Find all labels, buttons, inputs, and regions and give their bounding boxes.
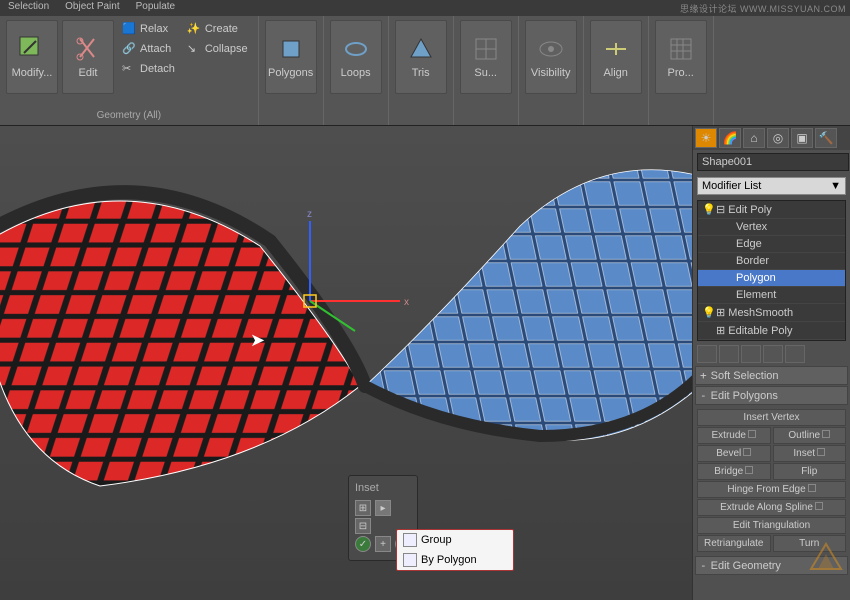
hinge-button[interactable]: Hinge From Edge	[697, 481, 846, 498]
tab-object-paint[interactable]: Object Paint	[57, 0, 127, 16]
extrude-settings-icon[interactable]	[748, 430, 756, 438]
tab-populate[interactable]: Populate	[128, 0, 183, 16]
modifier-list-dropdown[interactable]: Modifier List▼	[697, 177, 846, 195]
flip-button[interactable]: Flip	[773, 463, 847, 480]
configure-icon[interactable]	[785, 345, 805, 363]
apply-icon[interactable]: +	[375, 536, 391, 552]
properties-icon	[667, 35, 695, 63]
detach-button[interactable]: ✂Detach	[118, 60, 179, 78]
create-tab-icon[interactable]: ☀	[695, 128, 717, 148]
logo-watermark	[806, 539, 846, 582]
retriangulate-button[interactable]: Retriangulate	[697, 535, 771, 552]
extrude-button[interactable]: Extrude	[697, 427, 771, 444]
inset-caddy-title: Inset	[355, 482, 411, 494]
loops-button[interactable]: Loops	[330, 20, 382, 94]
edit-button[interactable]: Edit	[62, 20, 114, 94]
show-result-icon[interactable]	[719, 345, 739, 363]
relax-button[interactable]: 🟦Relax	[118, 20, 179, 38]
inset-type-group-icon[interactable]: ⊞	[355, 500, 371, 516]
stack-vertex[interactable]: Vertex	[698, 219, 845, 236]
stack-element[interactable]: Element	[698, 287, 845, 304]
detach-icon: ✂	[122, 62, 136, 76]
polygons-icon	[277, 35, 305, 63]
tris-icon	[407, 35, 435, 63]
extrude-spline-button[interactable]: Extrude Along Spline	[697, 499, 846, 516]
properties-button[interactable]: Pro...	[655, 20, 707, 94]
visibility-button[interactable]: Visibility	[525, 20, 577, 94]
stack-polygon[interactable]: Polygon	[698, 270, 845, 287]
stack-editable-poly[interactable]: ⊞ Editable Poly	[698, 322, 845, 340]
bulb-icon: 💡	[702, 203, 716, 216]
outline-button[interactable]: Outline	[773, 427, 847, 444]
utilities-tab-icon[interactable]: 🔨	[815, 128, 837, 148]
menu-group[interactable]: Group	[397, 530, 513, 550]
inset-type-chevron-icon[interactable]: ▸	[375, 500, 391, 516]
edit-tri-button[interactable]: Edit Triangulation	[697, 517, 846, 534]
inset-type-polygon-icon[interactable]: ⊟	[355, 518, 371, 534]
chevron-down-icon: ▼	[830, 180, 841, 192]
subdivision-icon	[472, 35, 500, 63]
bridge-settings-icon[interactable]	[745, 466, 753, 474]
bevel-settings-icon[interactable]	[743, 448, 751, 456]
modifier-stack[interactable]: 💡⊟ Edit Poly Vertex Edge Border Polygon …	[697, 200, 846, 341]
rollout-edit-polygons[interactable]: -Edit Polygons	[695, 386, 848, 405]
modify-tab-icon[interactable]: 🌈	[719, 128, 741, 148]
tab-selection[interactable]: Selection	[0, 0, 57, 16]
attach-icon: 🔗	[122, 42, 136, 56]
geometry-label[interactable]: Geometry (All)	[6, 108, 252, 121]
by-polygon-icon	[403, 553, 417, 567]
pin-stack-icon[interactable]	[697, 345, 717, 363]
object-name-field[interactable]	[697, 153, 849, 171]
hinge-settings-icon[interactable]	[808, 484, 816, 492]
tris-button[interactable]: Tris	[395, 20, 447, 94]
command-panel: ☀ 🌈 ⌂ ◎ ▣ 🔨 Modifier List▼ 💡⊟ Edit Poly …	[692, 126, 850, 600]
collapse-icon: ↘	[187, 42, 201, 56]
hierarchy-tab-icon[interactable]: ⌂	[743, 128, 765, 148]
stack-meshsmooth[interactable]: 💡⊞ MeshSmooth	[698, 304, 845, 322]
viewport[interactable]: x z	[0, 126, 692, 600]
bridge-button[interactable]: Bridge	[697, 463, 771, 480]
insert-vertex-button[interactable]: Insert Vertex	[697, 409, 846, 426]
remove-mod-icon[interactable]	[763, 345, 783, 363]
rollout-soft-selection[interactable]: +Soft Selection	[695, 366, 848, 385]
watermark: 思缘设计论坛 WWW.MISSYUAN.COM	[680, 2, 846, 15]
align-button[interactable]: Align	[590, 20, 642, 94]
modify-button[interactable]: Modify...	[6, 20, 58, 94]
visibility-icon	[537, 35, 565, 63]
attach-button[interactable]: 🔗Attach	[118, 40, 179, 58]
svg-text:x: x	[404, 297, 409, 308]
ribbon: Modify... Edit 🟦Relax 🔗Attach ✂Detach ✨C…	[0, 16, 850, 126]
collapse-button[interactable]: ↘Collapse	[183, 40, 252, 58]
group-icon	[403, 533, 417, 547]
modify-icon	[18, 35, 46, 63]
create-icon: ✨	[187, 22, 201, 36]
unique-icon[interactable]	[741, 345, 761, 363]
inset-button[interactable]: Inset	[773, 445, 847, 462]
inset-settings-icon[interactable]	[817, 448, 825, 456]
stack-edge[interactable]: Edge	[698, 236, 845, 253]
stack-edit-poly[interactable]: 💡⊟ Edit Poly	[698, 201, 845, 219]
menu-by-polygon[interactable]: By Polygon	[397, 550, 513, 570]
extrude-spline-settings-icon[interactable]	[815, 502, 823, 510]
apply-ok-icon[interactable]: ✓	[355, 536, 371, 552]
scissors-icon	[74, 35, 102, 63]
polygons-button[interactable]: Polygons	[265, 20, 317, 94]
motion-tab-icon[interactable]: ◎	[767, 128, 789, 148]
command-panel-tabs: ☀ 🌈 ⌂ ◎ ▣ 🔨	[693, 126, 850, 150]
relax-icon: 🟦	[122, 22, 136, 36]
create-button[interactable]: ✨Create	[183, 20, 252, 38]
svg-text:z: z	[307, 209, 312, 220]
bevel-button[interactable]: Bevel	[697, 445, 771, 462]
align-icon	[602, 35, 630, 63]
subdivision-button[interactable]: Su...	[460, 20, 512, 94]
stack-border[interactable]: Border	[698, 253, 845, 270]
outline-settings-icon[interactable]	[822, 430, 830, 438]
loops-icon	[342, 35, 370, 63]
inset-type-menu: Group By Polygon	[396, 529, 514, 571]
bulb-icon: 💡	[702, 306, 716, 319]
stack-toolbar	[693, 343, 850, 365]
display-tab-icon[interactable]: ▣	[791, 128, 813, 148]
